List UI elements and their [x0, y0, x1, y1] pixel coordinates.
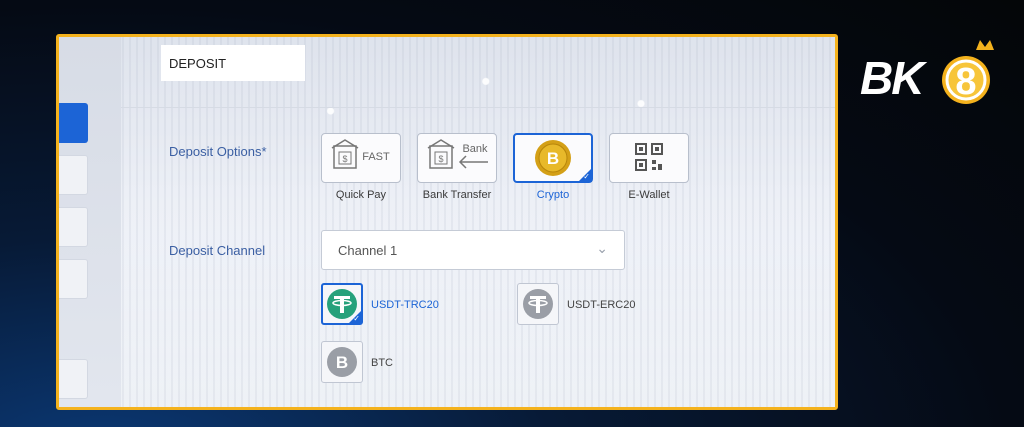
coin-label: BTC — [371, 357, 393, 369]
svg-text:FAST: FAST — [362, 151, 390, 163]
bank-transfer-icon: $ Bank — [427, 139, 488, 169]
option-crypto[interactable]: B ✓ — [513, 133, 593, 183]
svg-text:$: $ — [438, 154, 443, 164]
bitcoin-icon: B — [327, 347, 357, 377]
crown-icon — [976, 40, 994, 50]
sidebar — [59, 37, 121, 407]
coin-label: USDT-ERC20 — [567, 299, 636, 311]
deposit-channel-select[interactable]: Channel 1 ⌄ — [321, 230, 625, 270]
option-label: E-Wallet — [628, 189, 670, 201]
channel-selected-value: Channel 1 — [338, 243, 398, 258]
deposit-panel: DEPOSIT Deposit Options* $ FAST Quick Pa… — [56, 34, 838, 410]
main-content: DEPOSIT Deposit Options* $ FAST Quick Pa… — [121, 37, 835, 407]
coin-btc[interactable]: B — [321, 341, 363, 383]
svg-text:Bank: Bank — [462, 143, 488, 155]
deposit-channel-label: Deposit Channel — [169, 243, 266, 258]
option-quick-pay[interactable]: $ FAST — [321, 133, 401, 183]
option-label: Quick Pay — [335, 189, 387, 201]
chevron-down-icon: ⌄ — [596, 240, 608, 256]
sidebar-tab[interactable] — [59, 259, 88, 299]
check-mark-icon: ✓ — [583, 172, 590, 181]
sidebar-tab[interactable] — [59, 155, 88, 195]
sidebar-tab-active[interactable] — [59, 103, 88, 143]
qr-code-icon — [635, 143, 663, 171]
sidebar-tab[interactable] — [59, 359, 88, 399]
coin-usdt-trc20[interactable]: ✓ — [321, 283, 363, 325]
coin-usdt-erc20[interactable] — [517, 283, 559, 325]
check-mark-icon: ✓ — [353, 314, 360, 323]
deposit-options-label: Deposit Options* — [169, 144, 267, 159]
option-label: Bank Transfer — [422, 189, 492, 201]
logo-eight: 8 — [955, 61, 976, 103]
svg-text:BK: BK — [860, 52, 927, 104]
svg-text:B: B — [547, 149, 559, 168]
fast-pay-icon: $ FAST — [331, 139, 390, 169]
option-e-wallet[interactable] — [609, 133, 689, 183]
bk8-logo: BK 8 — [860, 40, 994, 104]
divider — [121, 107, 835, 108]
tether-icon — [523, 289, 553, 319]
option-label-selected: Crypto — [536, 189, 570, 201]
sidebar-tab[interactable] — [59, 207, 88, 247]
svg-text:$: $ — [342, 154, 347, 164]
option-bank-transfer[interactable]: $ Bank — [417, 133, 497, 183]
svg-text:B: B — [336, 353, 348, 372]
coin-label-selected: USDT-TRC20 — [371, 299, 439, 311]
tab-deposit[interactable]: DEPOSIT — [161, 45, 305, 81]
